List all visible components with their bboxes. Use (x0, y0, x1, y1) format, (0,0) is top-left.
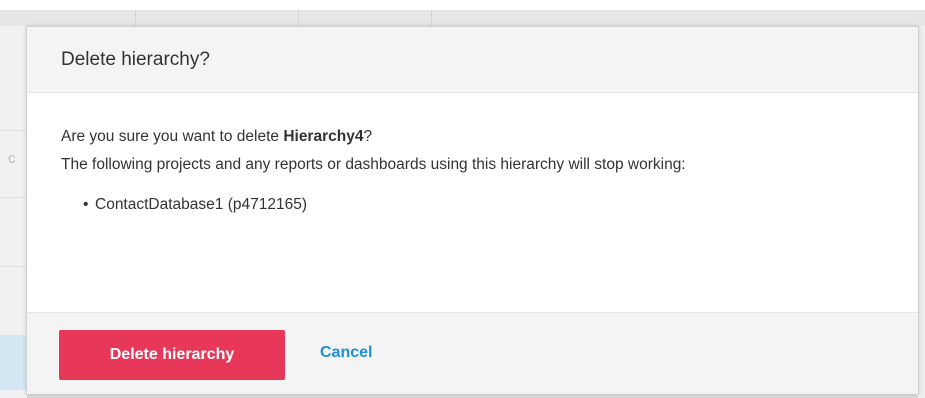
dialog-footer: Delete hierarchy Cancel (27, 312, 918, 394)
delete-hierarchy-button[interactable]: Delete hierarchy (59, 330, 285, 380)
dialog-title: Delete hierarchy? (61, 49, 210, 70)
background-row-divider (0, 197, 27, 198)
background-right-panel (918, 26, 925, 398)
background-selected-row (0, 335, 27, 390)
background-column-divider (431, 10, 432, 26)
affected-projects-list: • ContactDatabase1 (p4712165) (61, 191, 901, 219)
background-top-bar (0, 0, 925, 10)
background-text-fragment: c (8, 150, 16, 167)
background-row-divider (0, 130, 27, 131)
dialog-body: Are you sure you want to delete Hierarch… (61, 123, 901, 219)
bullet-icon: • (83, 196, 89, 213)
list-item: • ContactDatabase1 (p4712165) (61, 191, 901, 219)
hierarchy-name: Hierarchy4 (283, 128, 364, 145)
background-column-divider (135, 10, 136, 26)
dialog-header: Delete hierarchy? (27, 27, 918, 93)
warning-message: The following projects and any reports o… (61, 156, 686, 173)
confirmation-prefix: Are you sure you want to delete (61, 128, 284, 145)
confirmation-suffix: ? (363, 128, 373, 145)
background-column-divider (298, 10, 299, 26)
project-name: ContactDatabase1 (p4712165) (95, 196, 307, 213)
cancel-button[interactable]: Cancel (320, 344, 372, 362)
delete-hierarchy-dialog: Delete hierarchy? Are you sure you want … (26, 26, 919, 394)
background-table-header (0, 10, 925, 26)
background-row-divider (0, 266, 27, 267)
confirmation-message: Are you sure you want to delete Hierarch… (61, 123, 901, 151)
